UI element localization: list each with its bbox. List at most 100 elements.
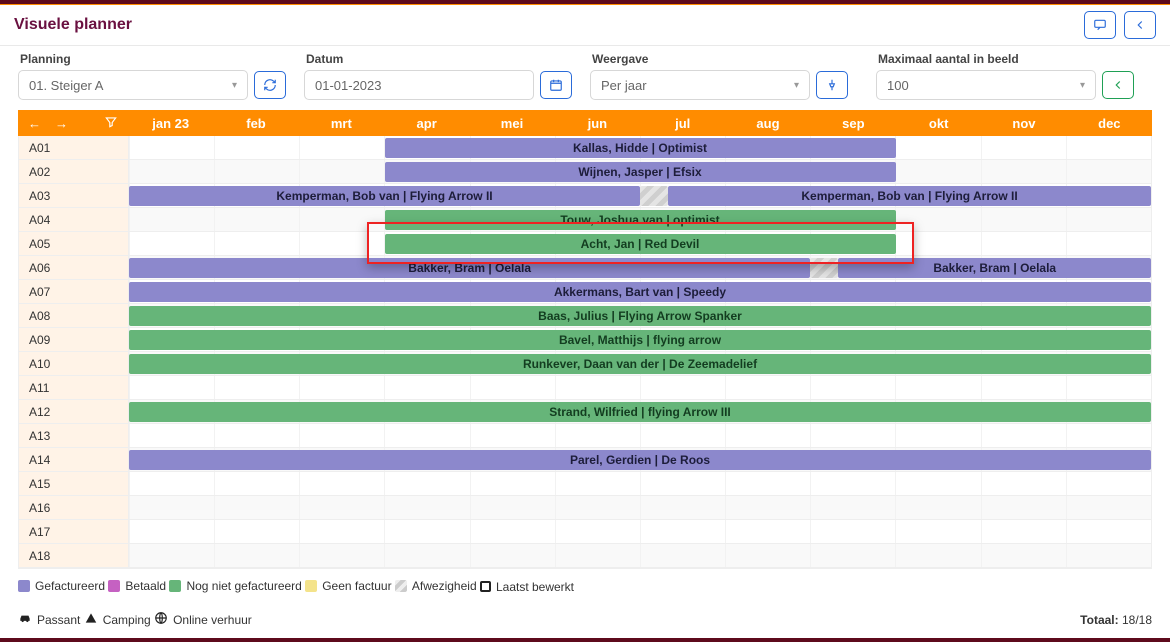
month-header: nov bbox=[981, 110, 1066, 136]
month-header: jul bbox=[640, 110, 725, 136]
gantt-bar[interactable] bbox=[810, 258, 838, 278]
legend-swatch bbox=[169, 580, 181, 592]
next-arrow-icon[interactable]: → bbox=[55, 116, 68, 131]
legend-item: Nog niet gefactureerd bbox=[169, 579, 301, 593]
gantt-row: A04Touw, Joshua van | optimist bbox=[19, 208, 1151, 232]
max-select[interactable]: 100▾ bbox=[876, 70, 1096, 100]
gantt-row: A05 Acht, Jan | Red Devil bbox=[19, 232, 1151, 256]
refresh-button[interactable] bbox=[254, 71, 286, 99]
gantt-bar[interactable]: Kemperman, Bob van | Flying Arrow II bbox=[668, 186, 1151, 206]
gantt-bar[interactable]: Kemperman, Bob van | Flying Arrow II bbox=[129, 186, 640, 206]
gantt-row: A18 bbox=[19, 544, 1151, 568]
filter-icon[interactable] bbox=[104, 115, 118, 132]
month-header: jan 23 bbox=[128, 110, 213, 136]
row-label: A03 bbox=[19, 184, 129, 207]
max-label: Maximaal aantal in beeld bbox=[878, 52, 1152, 66]
gantt-bar[interactable]: Bakker, Bram | Oelala bbox=[838, 258, 1151, 278]
legend-item: Afwezigheid bbox=[395, 579, 477, 593]
gantt-bar[interactable]: Runkever, Daan van der | De Zeemadelief bbox=[129, 354, 1151, 374]
legend-swatch bbox=[480, 581, 491, 592]
row-label: A13 bbox=[19, 424, 129, 447]
chevron-down-icon: ▾ bbox=[232, 80, 237, 91]
gantt-bar[interactable]: Strand, Wilfried | flying Arrow III bbox=[129, 402, 1151, 422]
row-label: A17 bbox=[19, 520, 129, 543]
gantt-row: A07Akkermans, Bart van | Speedy bbox=[19, 280, 1151, 304]
tent-icon bbox=[84, 611, 98, 628]
weergave-label: Weergave bbox=[592, 52, 866, 66]
chevron-down-icon: ▾ bbox=[1080, 80, 1085, 91]
month-header: apr bbox=[384, 110, 469, 136]
gantt-row: A01 Kallas, Hidde | Optimist bbox=[19, 136, 1151, 160]
gantt-bar[interactable]: Wijnen, Jasper | Efsix bbox=[385, 162, 896, 182]
legend-icon-item: Camping bbox=[84, 611, 151, 628]
legend-swatch bbox=[305, 580, 317, 592]
gantt-row: A02 Wijnen, Jasper | Efsix bbox=[19, 160, 1151, 184]
gantt-bar[interactable]: Acht, Jan | Red Devil bbox=[385, 234, 896, 254]
gantt-row: A15 bbox=[19, 472, 1151, 496]
legend-item: Laatst bewerkt bbox=[480, 580, 574, 594]
row-label: A18 bbox=[19, 544, 129, 567]
row-label: A01 bbox=[19, 136, 129, 159]
globe-icon bbox=[154, 611, 168, 628]
month-header: feb bbox=[213, 110, 298, 136]
weergave-select[interactable]: Per jaar▾ bbox=[590, 70, 810, 100]
calendar-button[interactable] bbox=[540, 71, 572, 99]
page-title: Visuele planner bbox=[14, 16, 132, 34]
row-label: A02 bbox=[19, 160, 129, 183]
row-label: A06 bbox=[19, 256, 129, 279]
planning-label: Planning bbox=[20, 52, 294, 66]
gantt-bar[interactable]: Touw, Joshua van | optimist bbox=[385, 210, 896, 230]
row-label: A08 bbox=[19, 304, 129, 327]
row-label: A12 bbox=[19, 400, 129, 423]
back-arrow-button[interactable] bbox=[1124, 11, 1156, 39]
row-label: A07 bbox=[19, 280, 129, 303]
gantt-row: A11 bbox=[19, 376, 1151, 400]
month-header: mei bbox=[469, 110, 554, 136]
gantt-row: A16 bbox=[19, 496, 1151, 520]
gantt-bar[interactable]: Kallas, Hidde | Optimist bbox=[385, 138, 896, 158]
gantt-row: A14Parel, Gerdien | De Roos bbox=[19, 448, 1151, 472]
gantt-row: A08Baas, Julius | Flying Arrow Spanker bbox=[19, 304, 1151, 328]
total: Totaal: 18/18 bbox=[1080, 613, 1152, 627]
gantt-row: A12Strand, Wilfried | flying Arrow III bbox=[19, 400, 1151, 424]
legend-icon-item: Online verhuur bbox=[154, 611, 252, 628]
pin-button[interactable] bbox=[816, 71, 848, 99]
gantt-row: A03Kemperman, Bob van | Flying Arrow IIK… bbox=[19, 184, 1151, 208]
gantt-row: A10Runkever, Daan van der | De Zeemadeli… bbox=[19, 352, 1151, 376]
gantt-row: A06Bakker, Bram | OelalaBakker, Bram | O… bbox=[19, 256, 1151, 280]
planning-select[interactable]: 01. Steiger A▾ bbox=[18, 70, 248, 100]
month-header: jun bbox=[555, 110, 640, 136]
datum-input[interactable]: 01-01-2023 bbox=[304, 70, 534, 100]
chat-icon-button[interactable] bbox=[1084, 11, 1116, 39]
legend-item: Betaald bbox=[108, 579, 166, 593]
legend-item: Gefactureerd bbox=[18, 579, 105, 593]
row-label: A15 bbox=[19, 472, 129, 495]
legend-swatch bbox=[18, 580, 30, 592]
month-header: sep bbox=[811, 110, 896, 136]
gantt-bar[interactable]: Bavel, Matthijs | flying arrow bbox=[129, 330, 1151, 350]
gantt-bar[interactable] bbox=[640, 186, 668, 206]
gantt-bar[interactable]: Parel, Gerdien | De Roos bbox=[129, 450, 1151, 470]
row-label: A05 bbox=[19, 232, 129, 255]
car-icon bbox=[18, 611, 32, 628]
gantt-bar[interactable]: Akkermans, Bart van | Speedy bbox=[129, 282, 1151, 302]
chevron-down-icon: ▾ bbox=[794, 80, 799, 91]
month-header: mrt bbox=[299, 110, 384, 136]
row-label: A11 bbox=[19, 376, 129, 399]
gantt-row: A17 bbox=[19, 520, 1151, 544]
go-left-button[interactable] bbox=[1102, 71, 1134, 99]
gantt-row: A13 bbox=[19, 424, 1151, 448]
gantt-bar[interactable]: Bakker, Bram | Oelala bbox=[129, 258, 810, 278]
row-label: A09 bbox=[19, 328, 129, 351]
datum-label: Datum bbox=[306, 52, 580, 66]
month-header: okt bbox=[896, 110, 981, 136]
gantt-row: A09Bavel, Matthijs | flying arrow bbox=[19, 328, 1151, 352]
prev-arrow-icon[interactable]: ← bbox=[28, 116, 41, 131]
row-label: A14 bbox=[19, 448, 129, 471]
row-label: A10 bbox=[19, 352, 129, 375]
row-label: A16 bbox=[19, 496, 129, 519]
legend-icon-item: Passant bbox=[18, 611, 80, 628]
legend-swatch bbox=[108, 580, 120, 592]
gantt-bar[interactable]: Baas, Julius | Flying Arrow Spanker bbox=[129, 306, 1151, 326]
month-header: dec bbox=[1067, 110, 1152, 136]
